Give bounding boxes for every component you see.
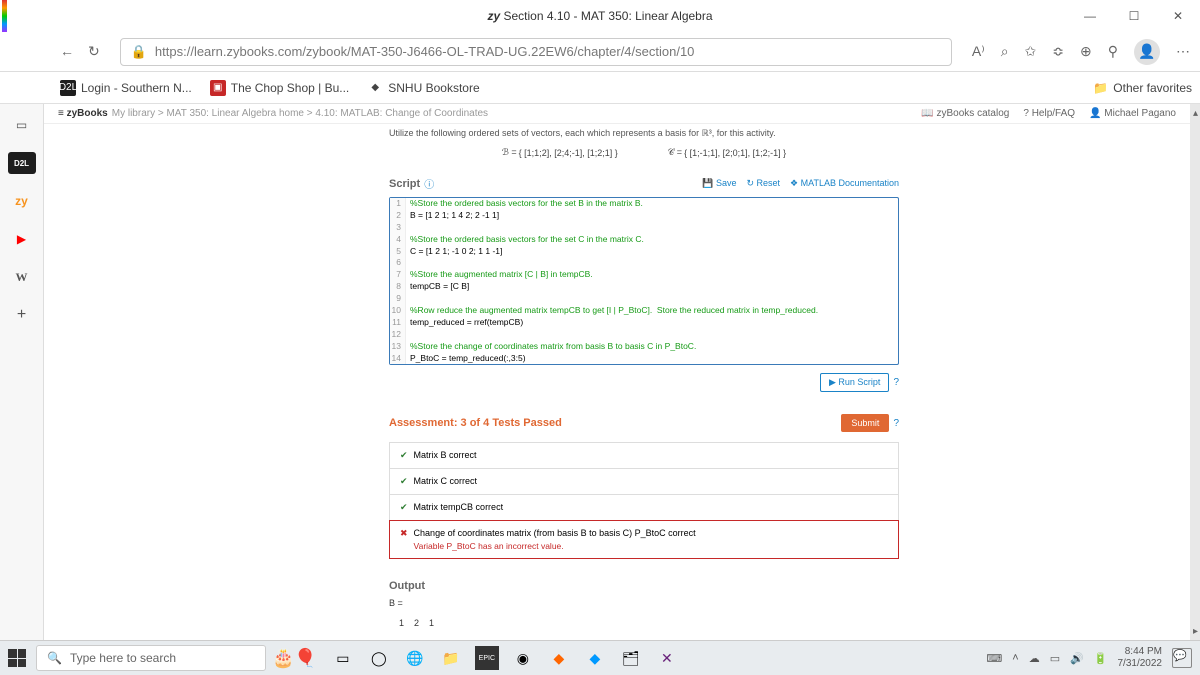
chrome-icon[interactable]: ◉: [511, 646, 535, 670]
onedrive-icon[interactable]: ☁: [1029, 652, 1040, 665]
more-icon[interactable]: ⋯: [1176, 43, 1190, 60]
help-link[interactable]: ? Help/FAQ: [1023, 108, 1075, 119]
submit-help-icon[interactable]: ?: [893, 418, 899, 429]
rail-zy-icon[interactable]: zy: [8, 190, 36, 212]
zybooks-header: ≡ zyBooks My library > MAT 350: Linear A…: [44, 104, 1190, 124]
matlab-docs-link[interactable]: ❖ MATLAB Documentation: [790, 178, 899, 189]
page-content: ≡ zyBooks My library > MAT 350: Linear A…: [44, 104, 1190, 640]
basis-vectors: ℬ = { [1;1;2], [2;4;-1], [1;2;1] } 𝒞 = {…: [389, 147, 899, 158]
script-help-icon[interactable]: ⓘ: [424, 176, 434, 191]
collections-icon[interactable]: ≎: [1052, 43, 1064, 60]
app3-icon[interactable]: 🗂: [619, 646, 643, 670]
instruction-text: Utilize the following ordered sets of ve…: [389, 128, 899, 139]
window-title: zy Section 4.10 - MAT 350: Linear Algebr…: [487, 9, 712, 23]
cortana-icon[interactable]: ◯: [367, 646, 391, 670]
app1-icon[interactable]: ◆: [547, 646, 571, 670]
check-icon: ✔: [400, 476, 408, 487]
catalog-link[interactable]: 📖 zyBooks catalog: [921, 108, 1009, 119]
start-button[interactable]: [8, 649, 26, 667]
task-view-icon[interactable]: ▭: [331, 646, 355, 670]
rainbow-edge: [2, 0, 7, 32]
code-editor[interactable]: 1%Store the ordered basis vectors for th…: [389, 197, 899, 365]
read-aloud-icon[interactable]: A⁾: [972, 43, 985, 60]
lock-icon: 🔒: [131, 44, 147, 60]
vs-icon[interactable]: ✕: [655, 646, 679, 670]
rail-youtube-icon[interactable]: ▶: [8, 228, 36, 250]
explorer-icon[interactable]: 📁: [439, 646, 463, 670]
check-icon: ✔: [400, 502, 408, 513]
app2-icon[interactable]: ◆: [583, 646, 607, 670]
test-row: ✔Matrix B correct: [389, 442, 899, 469]
other-favorites[interactable]: 📁Other favorites: [1093, 81, 1192, 95]
bookmark-d2l[interactable]: D2LLogin - Southern N...: [60, 80, 192, 96]
maximize-button[interactable]: ☐: [1112, 0, 1156, 32]
favorite-icon[interactable]: ✩: [1025, 43, 1037, 60]
minimize-button[interactable]: —: [1068, 0, 1112, 32]
epic-icon[interactable]: EPIC: [475, 646, 499, 670]
volume-icon[interactable]: 🔊: [1070, 652, 1084, 665]
close-button[interactable]: ✕: [1156, 0, 1200, 32]
back-button[interactable]: ←: [60, 43, 74, 60]
script-header: Script ⓘ 💾 Save ↻ Reset ❖ MATLAB Documen…: [389, 176, 899, 191]
output-box: B = 1 2 1: [389, 598, 899, 628]
rail-w-icon[interactable]: W: [8, 266, 36, 288]
reset-button[interactable]: ↻ Reset: [746, 178, 780, 189]
bookmarks-bar: D2LLogin - Southern N... ▣The Chop Shop …: [0, 72, 1200, 104]
ext2-icon[interactable]: ⚲: [1108, 43, 1118, 60]
url-text: https://learn.zybooks.com/zybook/MAT-350…: [155, 44, 695, 59]
url-bar: ← ↻ 🔒 https://learn.zybooks.com/zybook/M…: [0, 32, 1200, 72]
check-icon: ✔: [400, 450, 408, 461]
assessment-title: Assessment: 3 of 4 Tests Passed: [389, 417, 562, 429]
scroll-up-arrow[interactable]: ▴: [1193, 108, 1198, 119]
address-bar[interactable]: 🔒 https://learn.zybooks.com/zybook/MAT-3…: [120, 38, 952, 66]
save-button[interactable]: 💾 Save: [702, 178, 736, 189]
test-list: ✔Matrix B correct✔Matrix C correct✔Matri…: [389, 442, 899, 559]
window-title-bar: zy Section 4.10 - MAT 350: Linear Algebr…: [0, 0, 1200, 32]
test-row: ✔Matrix tempCB correct: [389, 494, 899, 521]
edge-sidebar: ▭ D2L zy ▶ W +: [0, 104, 44, 644]
battery-icon[interactable]: 🔋: [1094, 652, 1108, 665]
bookmark-chopshop[interactable]: ▣The Chop Shop | Bu...: [210, 80, 350, 96]
run-script-button[interactable]: Run Script: [820, 373, 889, 392]
rail-tab-icon[interactable]: ▭: [8, 114, 36, 136]
scroll-right-arrow[interactable]: ▸: [1193, 626, 1198, 637]
user-menu[interactable]: 👤 Michael Pagano: [1089, 108, 1176, 119]
run-help-icon[interactable]: ?: [893, 377, 899, 388]
edge-icon[interactable]: 🌐: [403, 646, 427, 670]
refresh-button[interactable]: ↻: [88, 43, 100, 60]
rail-add-icon[interactable]: +: [8, 304, 36, 326]
display-icon[interactable]: ▭: [1050, 652, 1060, 665]
test-row: ✔Matrix C correct: [389, 468, 899, 495]
x-icon: ✖: [400, 528, 408, 539]
taskbar-search[interactable]: 🔍 Type here to search: [36, 645, 266, 671]
bookmark-snhu[interactable]: ◆SNHU Bookstore: [367, 80, 479, 96]
notification-icon[interactable]: 💬: [1172, 648, 1192, 668]
extension-icon[interactable]: ⊕: [1080, 43, 1092, 60]
search-icon[interactable]: ⌕: [1001, 43, 1009, 60]
submit-button[interactable]: Submit: [841, 414, 889, 432]
zybooks-logo[interactable]: ≡ zyBooks: [58, 108, 108, 119]
script-title: Script: [389, 178, 420, 190]
taskbar: 🔍 Type here to search 🎂🎈 ▭ ◯ 🌐 📁 EPIC ◉ …: [0, 640, 1200, 675]
test-row: ✖Change of coordinates matrix (from basi…: [389, 520, 899, 559]
output-title: Output: [389, 580, 899, 592]
breadcrumb[interactable]: My library > MAT 350: Linear Algebra hom…: [112, 108, 488, 119]
keyboard-icon[interactable]: ⌨: [986, 652, 1002, 665]
rail-d2l-icon[interactable]: D2L: [8, 152, 36, 174]
clock[interactable]: 8:44 PM 7/31/2022: [1118, 646, 1163, 670]
cake-icon: 🎂🎈: [272, 648, 317, 669]
tray-chevron-icon[interactable]: ˄: [1012, 652, 1018, 664]
profile-avatar[interactable]: 👤: [1134, 39, 1160, 65]
